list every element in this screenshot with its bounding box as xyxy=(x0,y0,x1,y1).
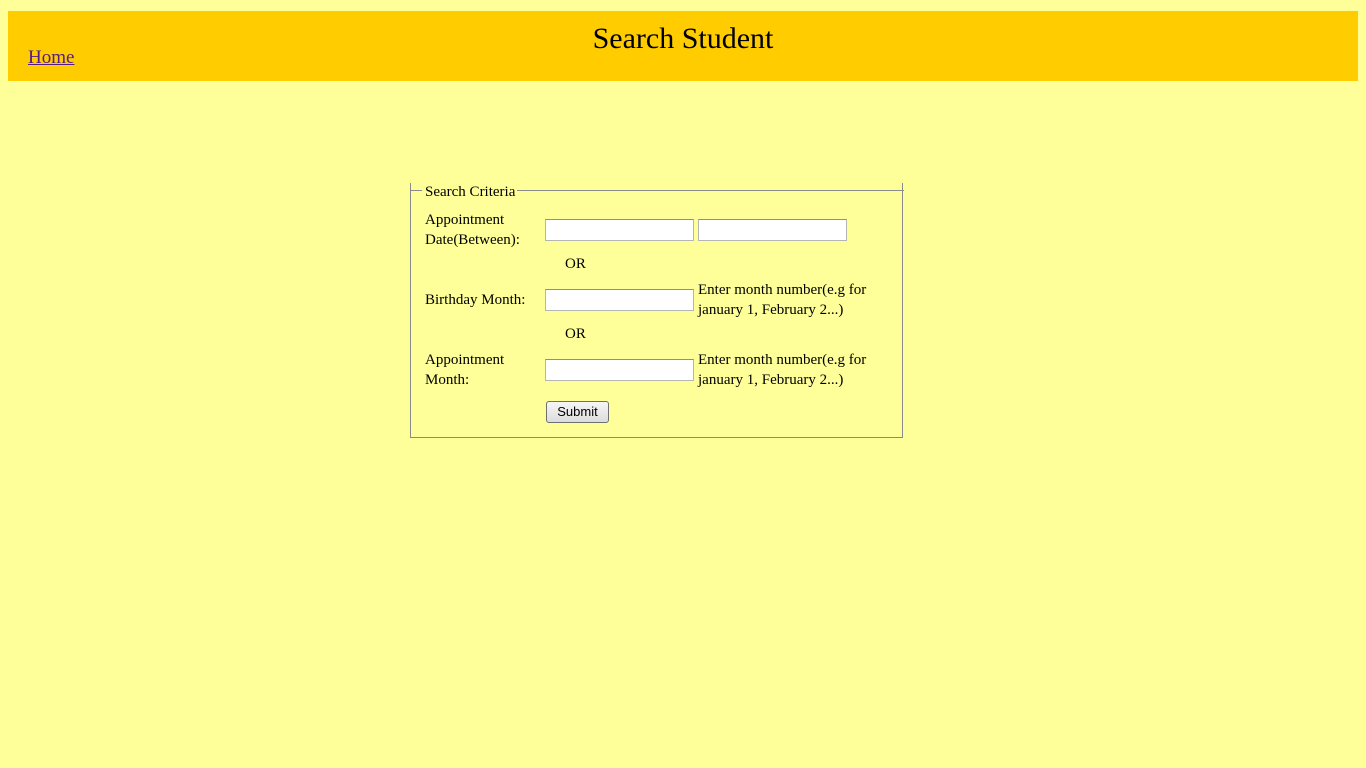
or-separator-2: OR xyxy=(565,326,586,342)
birthday-month-label: Birthday Month: xyxy=(425,292,526,308)
appointment-month-hint: Enter month number(e.g for january 1, Fe… xyxy=(698,352,867,388)
home-link[interactable]: Home xyxy=(28,46,74,70)
fieldset-border-top-right xyxy=(517,190,904,191)
appointment-date-from-input[interactable] xyxy=(545,219,694,241)
search-criteria-legend: Search Criteria xyxy=(425,184,516,200)
page-header: Search Student Home xyxy=(8,11,1358,81)
appointment-month-input[interactable] xyxy=(545,359,694,381)
page-top-strip xyxy=(0,0,1366,10)
appointment-month-label: Appointment Month: xyxy=(425,352,505,388)
or-separator-1: OR xyxy=(565,256,586,272)
submit-button[interactable]: Submit xyxy=(546,401,609,423)
appointment-date-to-input[interactable] xyxy=(698,219,847,241)
birthday-month-hint: Enter month number(e.g for january 1, Fe… xyxy=(698,282,867,318)
appointment-date-label: Appointment Date(Between): xyxy=(425,212,520,248)
birthday-month-input[interactable] xyxy=(545,289,694,311)
fieldset-border-top-left xyxy=(410,190,422,191)
page-title: Search Student xyxy=(592,22,774,55)
